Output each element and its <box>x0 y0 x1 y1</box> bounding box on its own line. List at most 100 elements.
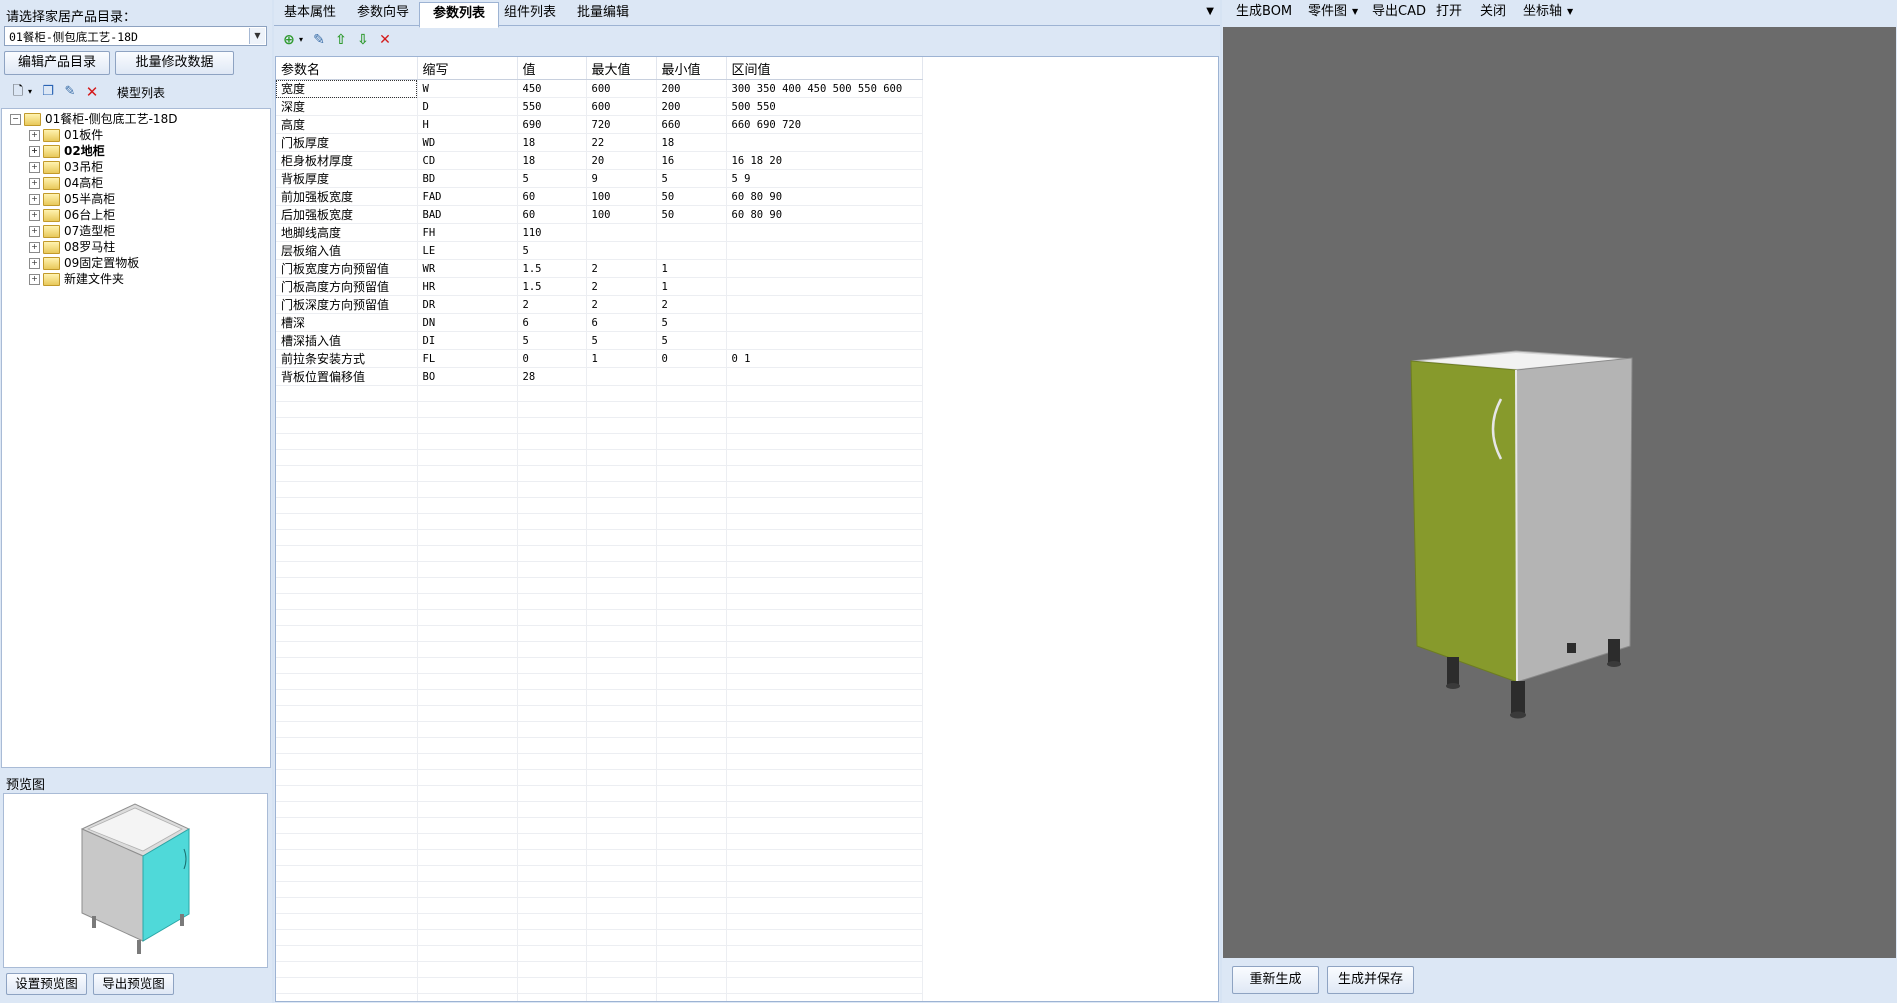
expand-icon[interactable]: + <box>29 242 40 253</box>
max-cell[interactable] <box>586 481 657 498</box>
abbr-cell[interactable] <box>417 721 518 738</box>
abbr-cell[interactable]: BO <box>417 367 518 386</box>
value-cell[interactable] <box>517 385 587 402</box>
range-cell[interactable] <box>726 561 923 578</box>
range-cell[interactable] <box>726 241 923 260</box>
value-cell[interactable] <box>517 817 587 834</box>
min-cell[interactable] <box>656 801 727 818</box>
empty-row[interactable] <box>276 417 923 434</box>
value-cell[interactable] <box>517 577 587 594</box>
abbr-cell[interactable] <box>417 625 518 642</box>
min-cell[interactable] <box>656 753 727 770</box>
delete-icon[interactable]: ✕ <box>376 31 394 49</box>
param-name-cell[interactable]: 槽深插入值 <box>276 331 418 350</box>
range-cell[interactable]: 300 350 400 450 500 550 600 <box>726 79 923 98</box>
param-name-cell[interactable]: 背板厚度 <box>276 169 418 188</box>
range-cell[interactable] <box>726 833 923 850</box>
min-cell[interactable] <box>656 367 727 386</box>
range-cell[interactable] <box>726 481 923 498</box>
value-cell[interactable]: 690 <box>517 115 587 134</box>
min-cell[interactable] <box>656 929 727 946</box>
abbr-cell[interactable] <box>417 465 518 482</box>
abbr-cell[interactable] <box>417 385 518 402</box>
param-name-cell[interactable]: 高度 <box>276 115 418 134</box>
generate-and-save-button[interactable]: 生成并保存 <box>1327 966 1414 994</box>
value-cell[interactable]: 18 <box>517 151 587 170</box>
tab-batch-edit[interactable]: 批量编辑 <box>565 2 641 26</box>
range-cell[interactable]: 0 1 <box>726 349 923 368</box>
abbr-cell[interactable] <box>417 417 518 434</box>
param-name-cell[interactable]: 槽深 <box>276 313 418 332</box>
param-name-cell[interactable] <box>276 785 418 802</box>
param-name-cell[interactable] <box>276 433 418 450</box>
min-cell[interactable]: 18 <box>656 133 727 152</box>
abbr-cell[interactable]: FH <box>417 223 518 242</box>
edit-catalog-button[interactable]: 编辑产品目录 <box>4 51 110 75</box>
range-cell[interactable] <box>726 641 923 658</box>
range-cell[interactable] <box>726 513 923 530</box>
abbr-cell[interactable] <box>417 545 518 562</box>
value-cell[interactable] <box>517 625 587 642</box>
min-cell[interactable] <box>656 577 727 594</box>
range-cell[interactable] <box>726 961 923 978</box>
param-name-cell[interactable] <box>276 817 418 834</box>
min-cell[interactable] <box>656 385 727 402</box>
param-name-cell[interactable] <box>276 753 418 770</box>
abbr-cell[interactable]: BAD <box>417 205 518 224</box>
value-cell[interactable]: 60 <box>517 187 587 206</box>
table-row[interactable]: 前加强板宽度 FAD 60 100 50 60 80 90 <box>276 187 923 206</box>
value-cell[interactable] <box>517 801 587 818</box>
abbr-cell[interactable] <box>417 833 518 850</box>
range-cell[interactable] <box>726 295 923 314</box>
max-cell[interactable]: 100 <box>586 205 657 224</box>
generate-bom-button[interactable]: 生成BOM <box>1236 3 1292 21</box>
max-cell[interactable] <box>586 785 657 802</box>
param-name-cell[interactable] <box>276 577 418 594</box>
range-cell[interactable] <box>726 331 923 350</box>
max-cell[interactable] <box>586 913 657 930</box>
max-cell[interactable] <box>586 367 657 386</box>
min-cell[interactable]: 1 <box>656 259 727 278</box>
param-name-cell[interactable] <box>276 769 418 786</box>
param-name-cell[interactable]: 前拉条安装方式 <box>276 349 418 368</box>
edit-icon[interactable]: ✎ <box>62 84 78 100</box>
abbr-cell[interactable] <box>417 577 518 594</box>
value-cell[interactable]: 60 <box>517 205 587 224</box>
value-cell[interactable]: 28 <box>517 367 587 386</box>
min-cell[interactable]: 50 <box>656 187 727 206</box>
abbr-cell[interactable] <box>417 529 518 546</box>
param-name-cell[interactable] <box>276 913 418 930</box>
range-cell[interactable] <box>726 785 923 802</box>
abbr-cell[interactable] <box>417 929 518 946</box>
max-cell[interactable] <box>586 945 657 962</box>
tree-item-selected[interactable]: +02地柜 <box>29 143 105 159</box>
param-name-cell[interactable] <box>276 417 418 434</box>
param-name-cell[interactable] <box>276 673 418 690</box>
param-name-cell[interactable]: 门板宽度方向预留值 <box>276 259 418 278</box>
max-cell[interactable]: 100 <box>586 187 657 206</box>
tree-item[interactable]: +08罗马柱 <box>29 239 115 255</box>
range-cell[interactable] <box>726 897 923 914</box>
open-button[interactable]: 打开 <box>1436 3 1462 21</box>
empty-row[interactable] <box>276 657 923 674</box>
empty-row[interactable] <box>276 945 923 962</box>
max-cell[interactable]: 9 <box>586 169 657 188</box>
param-name-cell[interactable]: 门板高度方向预留值 <box>276 277 418 296</box>
empty-row[interactable] <box>276 961 923 978</box>
min-cell[interactable] <box>656 865 727 882</box>
range-cell[interactable]: 60 80 90 <box>726 205 923 224</box>
range-cell[interactable] <box>726 705 923 722</box>
range-cell[interactable] <box>726 259 923 278</box>
min-cell[interactable] <box>656 465 727 482</box>
value-cell[interactable] <box>517 497 587 514</box>
value-cell[interactable] <box>517 833 587 850</box>
abbr-cell[interactable]: WD <box>417 133 518 152</box>
value-cell[interactable]: 2 <box>517 295 587 314</box>
table-row[interactable]: 柜身板材厚度 CD 18 20 16 16 18 20 <box>276 151 923 170</box>
range-cell[interactable] <box>726 529 923 546</box>
copy-icon[interactable]: ❐ <box>40 84 56 100</box>
max-cell[interactable] <box>586 625 657 642</box>
table-row[interactable]: 背板位置偏移值 BO 28 <box>276 367 923 386</box>
max-cell[interactable]: 6 <box>586 313 657 332</box>
chevron-down-icon[interactable]: ▼ <box>1567 3 1573 21</box>
